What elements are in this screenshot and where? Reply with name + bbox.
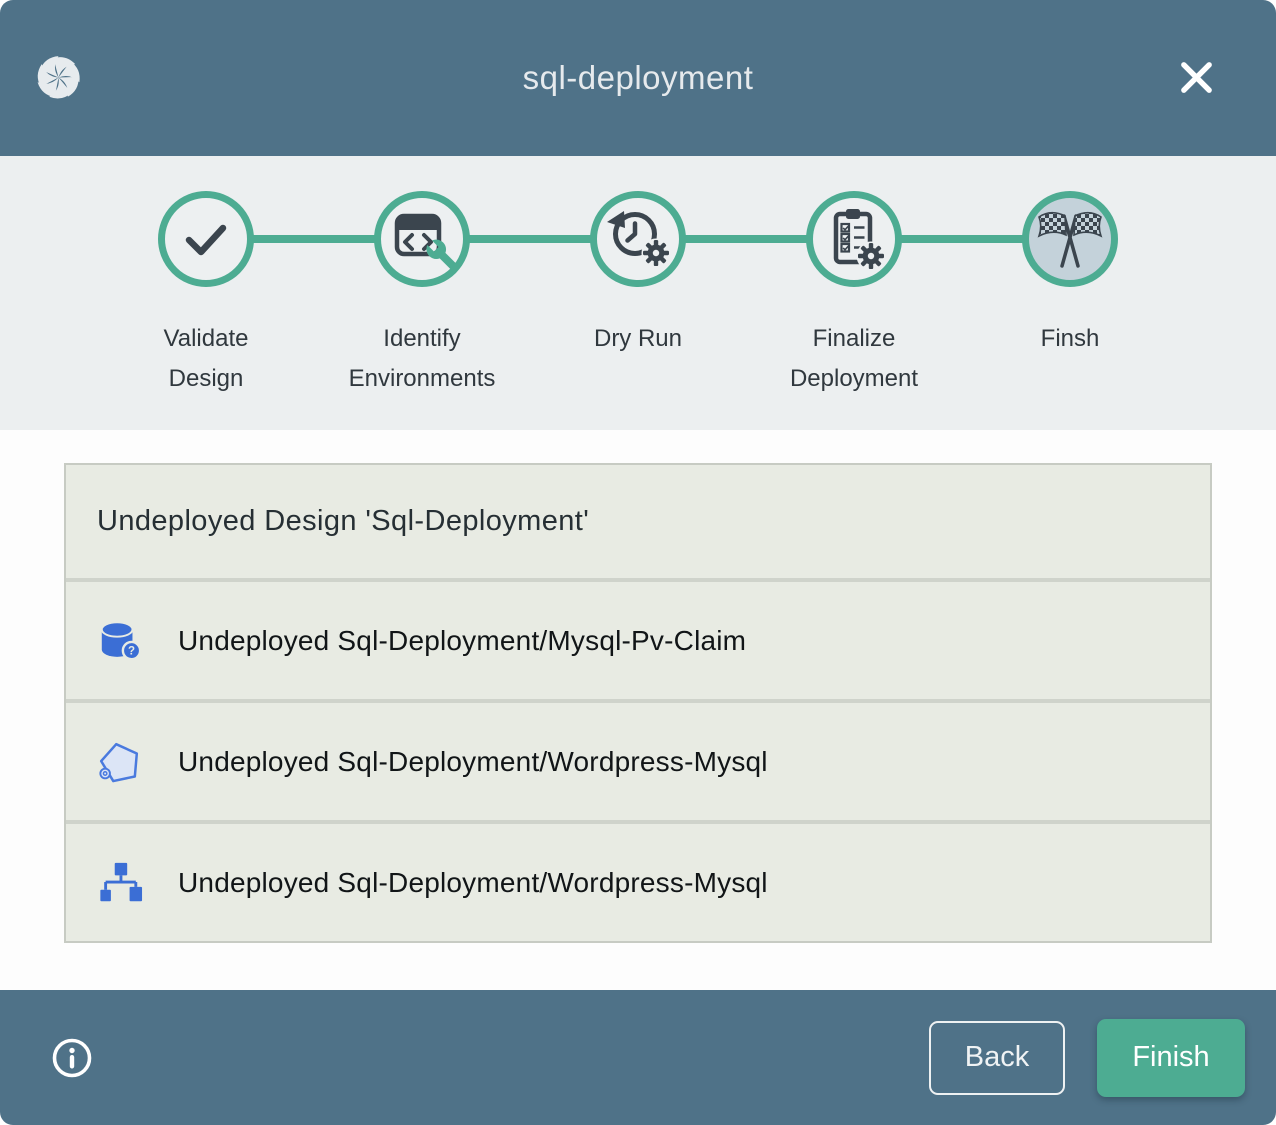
info-icon — [50, 1036, 94, 1080]
step-circle — [806, 191, 902, 287]
status-list: Undeployed Design 'Sql-Deployment' ? Und… — [64, 463, 1212, 943]
step-finalize-deployment: Finalize Deployment — [746, 156, 962, 399]
status-item-text: Undeployed Sql-Deployment/Wordpress-Mysq… — [178, 867, 768, 899]
step-label: Identify Environments — [345, 319, 500, 399]
deployment-status-panel: Undeployed Design 'Sql-Deployment' ? Und… — [0, 430, 1276, 990]
status-item-text: Undeployed Sql-Deployment/Mysql-Pv-Claim — [178, 625, 746, 657]
pentagon-service-icon — [97, 739, 143, 785]
checkmark-icon — [165, 198, 247, 280]
svg-text:?: ? — [128, 645, 135, 657]
step-label: Dry Run — [594, 319, 682, 359]
dialog-title: sql-deployment — [523, 59, 754, 97]
status-list-item: Undeployed Sql-Deployment/Wordpress-Mysq… — [66, 699, 1210, 820]
dialog-header: sql-deployment — [0, 0, 1276, 156]
step-circle — [590, 191, 686, 287]
sql-deployment-dialog: sql-deployment Validate Design — [0, 0, 1276, 1125]
hierarchy-tree-icon — [97, 860, 143, 906]
step-dry-run: Dry Run — [530, 156, 746, 399]
step-identify-environments: Identify Environments — [314, 156, 530, 399]
status-list-header: Undeployed Design 'Sql-Deployment' — [66, 465, 1210, 578]
close-button[interactable] — [1177, 58, 1216, 97]
database-icon: ? — [97, 618, 143, 664]
step-circle — [374, 191, 470, 287]
step-label: Finsh — [1041, 319, 1100, 359]
step-circle — [158, 191, 254, 287]
refresh-clock-gear-icon — [597, 198, 679, 280]
checkered-flags-icon — [1029, 198, 1111, 280]
step-finish: Finsh — [962, 156, 1178, 399]
dialog-footer: Back Finish — [0, 990, 1276, 1125]
close-icon — [1177, 58, 1216, 97]
back-button[interactable]: Back — [929, 1021, 1065, 1095]
step-label: Validate Design — [129, 319, 284, 399]
code-window-wrench-icon — [381, 198, 463, 280]
info-button[interactable] — [50, 1036, 94, 1080]
step-validate-design: Validate Design — [98, 156, 314, 399]
status-list-header-text: Undeployed Design 'Sql-Deployment' — [97, 505, 589, 538]
status-list-item: ? Undeployed Sql-Deployment/Mysql-Pv-Cla… — [66, 578, 1210, 699]
pinwheel-logo-icon — [33, 52, 84, 103]
wizard-stepper: Validate Design Identify Environments — [0, 156, 1276, 430]
status-list-item: Undeployed Sql-Deployment/Wordpress-Mysq… — [66, 820, 1210, 941]
status-item-text: Undeployed Sql-Deployment/Wordpress-Mysq… — [178, 746, 768, 778]
step-label: Finalize Deployment — [777, 319, 932, 399]
step-circle-active — [1022, 191, 1118, 287]
finish-button[interactable]: Finish — [1097, 1019, 1245, 1097]
clipboard-checklist-gear-icon — [813, 198, 895, 280]
